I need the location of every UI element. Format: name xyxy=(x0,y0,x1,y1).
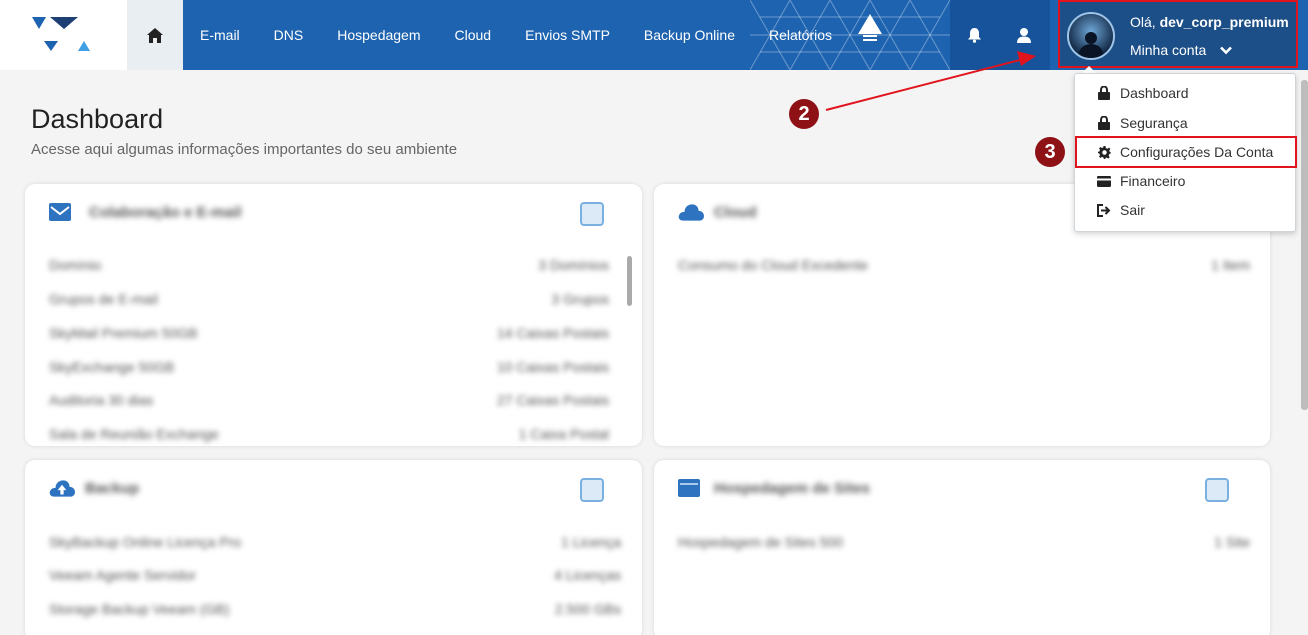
page-scrollbar[interactable] xyxy=(1301,80,1308,410)
hosting-icon xyxy=(678,479,700,497)
configuracoes-highlight-box xyxy=(1075,136,1297,168)
list-item: Sala de Reunião Exchange 1 Caixa Postal xyxy=(49,426,609,442)
account-menu-label: Minha conta xyxy=(1130,42,1233,58)
account-menu-button[interactable]: Olá, dev_corp_premium Minha conta xyxy=(1058,0,1298,68)
menu-item-label: Financeiro xyxy=(1120,173,1186,189)
list-item: Hospedagem de Sites 500 1 Site xyxy=(678,534,1250,550)
hosting-card-title: Hospedagem de Sites xyxy=(714,480,870,497)
refresh-button[interactable] xyxy=(580,202,604,226)
nav-item-hospedagem[interactable]: Hospedagem xyxy=(320,0,437,70)
user-icon xyxy=(1017,27,1031,43)
hosting-card: Hospedagem de Sites Hospedagem de Sites … xyxy=(654,460,1270,635)
home-button[interactable] xyxy=(127,0,183,70)
lock-icon xyxy=(1097,86,1111,100)
card-scrollbar[interactable] xyxy=(627,256,632,306)
nav-item-backup-online[interactable]: Backup Online xyxy=(627,0,752,70)
menu-item-dashboard[interactable]: Dashboard xyxy=(1097,82,1189,104)
nav-item-email[interactable]: E-mail xyxy=(183,0,257,70)
backup-card-title: Backup xyxy=(85,480,140,497)
list-item: Auditoria 30 dias 27 Caixas Postais xyxy=(49,392,609,408)
account-username: dev_corp_premium xyxy=(1159,14,1289,30)
menu-item-sair[interactable]: Sair xyxy=(1097,199,1145,221)
top-navigation-bar: E-mail DNS Hospedagem Cloud Envios SMTP … xyxy=(0,0,1308,70)
step-2-badge: 2 xyxy=(789,99,819,129)
home-icon xyxy=(147,27,163,43)
nav-item-cloud[interactable]: Cloud xyxy=(438,0,509,70)
cloud-card-title: Cloud xyxy=(714,204,757,221)
credit-card-icon xyxy=(1097,174,1111,188)
profile-button[interactable] xyxy=(1012,23,1036,47)
cloud-icon xyxy=(678,204,704,221)
refresh-button[interactable] xyxy=(1205,478,1229,502)
brand-logo-icon xyxy=(32,17,90,51)
menu-item-label: Sair xyxy=(1120,202,1145,218)
menu-item-label: Segurança xyxy=(1120,115,1188,131)
list-item: Domínio 3 Domínios xyxy=(49,257,609,273)
list-item: SkyExchange 50GB 10 Caixas Postais xyxy=(49,359,609,375)
account-greeting: Olá, dev_corp_premium xyxy=(1130,14,1289,30)
refresh-button[interactable] xyxy=(580,478,604,502)
lock-icon xyxy=(1097,116,1111,130)
notifications-button[interactable] xyxy=(962,23,986,47)
page-subtitle: Acesse aqui algumas informações importan… xyxy=(31,141,458,158)
list-item: Storage Backup Veeam (GB) 2.500 GBs xyxy=(49,601,621,617)
list-item: SkyMail Premium 50GB 14 Caixas Postais xyxy=(49,325,609,341)
decorative-triangle-pattern xyxy=(750,0,950,70)
list-item: Veeam Agente Servidor 4 Licenças xyxy=(49,567,621,583)
logo[interactable] xyxy=(0,0,127,70)
email-card-title: Colaboração e E-mail xyxy=(89,204,242,221)
menu-item-seguranca[interactable]: Segurança xyxy=(1097,112,1188,134)
bell-icon xyxy=(967,27,981,43)
backup-card: Backup SkyBackup Online Licença Pro 1 Lic… xyxy=(25,460,642,635)
list-item: Consumo do Cloud Excedente 1 Item xyxy=(678,257,1250,273)
list-item: SkyBackup Online Licença Pro 1 Licença xyxy=(49,534,621,550)
nav-item-envios-smtp[interactable]: Envios SMTP xyxy=(508,0,627,70)
avatar xyxy=(1067,12,1115,60)
menu-item-label: Dashboard xyxy=(1120,85,1189,101)
email-card: Colaboração e E-mail Domínio 3 Domínios G… xyxy=(25,184,642,446)
list-item: Grupos de E-mail 3 Grupos xyxy=(49,291,609,307)
cloud-upload-icon xyxy=(49,480,75,497)
menu-item-financeiro[interactable]: Financeiro xyxy=(1097,170,1185,192)
nav-item-dns[interactable]: DNS xyxy=(257,0,321,70)
chevron-down-icon xyxy=(1220,46,1233,54)
sign-out-icon xyxy=(1097,203,1111,217)
page-title: Dashboard xyxy=(31,104,164,134)
email-icon xyxy=(49,203,71,221)
step-3-badge: 3 xyxy=(1035,137,1065,167)
